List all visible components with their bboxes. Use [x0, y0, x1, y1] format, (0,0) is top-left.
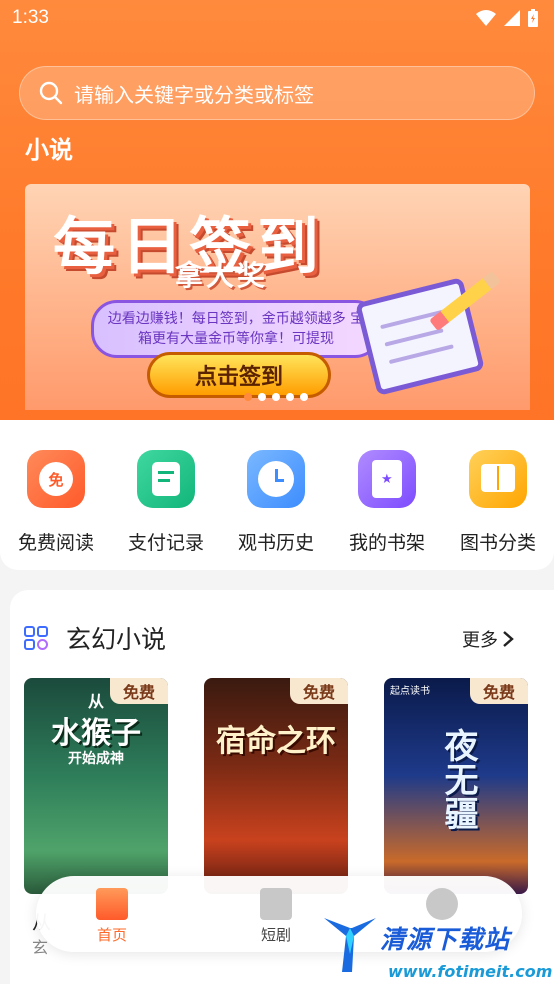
watermark-name: 清源下载站: [380, 925, 511, 954]
watermark-logo: [324, 918, 376, 972]
status-icons: [476, 9, 538, 27]
quick-entry-free-read[interactable]: 免 免费阅读: [1, 450, 111, 555]
book-cover-publisher: 起点读书: [390, 686, 430, 697]
carousel-dot[interactable]: [272, 393, 280, 401]
tab-home[interactable]: 首页: [72, 888, 152, 945]
more-link[interactable]: 更多: [462, 626, 514, 652]
section-title: 小说: [25, 136, 73, 164]
book-card[interactable]: 起点读书 夜无疆 免费: [384, 678, 528, 894]
record-icon: [137, 450, 195, 508]
book-card[interactable]: 从 水猴子 开始成神 免费: [24, 678, 168, 894]
quick-entry-bookshelf[interactable]: ★ 我的书架: [332, 450, 442, 555]
book-cover-subtitle: 开始成神: [68, 751, 124, 767]
tab-label: 首页: [96, 926, 127, 944]
quick-entry-label: 免费阅读: [17, 532, 94, 554]
quick-entry-label: 观书历史: [237, 532, 314, 554]
checkin-button[interactable]: 点击签到: [147, 352, 331, 398]
category-grid-icon: [24, 626, 48, 650]
banner-subtitle: 拿大奖: [175, 259, 269, 292]
status-time: 1:33: [12, 7, 49, 28]
category-title: 玄幻小说: [66, 625, 167, 654]
banner-carousel[interactable]: 每日签到 拿大奖 边看边赚钱！每日签到，金币越领越多 宝箱更有大量金币等你拿！可…: [25, 184, 530, 410]
quick-entry-label: 图书分类: [459, 532, 536, 554]
free-glyph: 免: [39, 462, 73, 496]
quick-entry-label: 我的书架: [348, 532, 425, 554]
carousel-dot[interactable]: [300, 393, 308, 401]
free-icon: 免: [27, 450, 85, 508]
quick-entry-label: 支付记录: [127, 532, 204, 554]
watermark-url: www.fotimeit.com: [388, 962, 553, 981]
film-icon: [260, 888, 292, 920]
tab-short-drama[interactable]: 短剧: [236, 888, 316, 945]
battery-icon: [528, 9, 538, 27]
book-card[interactable]: 宿命之环 免费: [204, 678, 348, 894]
free-badge: 免费: [110, 678, 168, 704]
book-cover-title: 夜无疆: [438, 728, 478, 830]
search-icon: [39, 81, 63, 105]
book-category-icon: [469, 450, 527, 508]
chevron-right-icon: [503, 631, 514, 647]
book-cover-title: 宿命之环: [216, 724, 336, 759]
status-bar: 1:33: [0, 0, 554, 40]
signal-icon: [504, 10, 520, 26]
carousel-dot[interactable]: [258, 393, 266, 401]
free-badge: 免费: [470, 678, 528, 704]
wifi-icon: [476, 10, 496, 26]
search-input[interactable]: 请输入关键字或分类或标签: [19, 66, 535, 120]
search-placeholder: 请输入关键字或分类或标签: [74, 82, 314, 107]
tab-label: 短剧: [260, 926, 291, 944]
quick-entry-history[interactable]: 观书历史: [221, 450, 331, 555]
bookshelf-icon: ★: [358, 450, 416, 508]
site-watermark: 清源下载站 www.fotimeit.com: [318, 910, 554, 984]
quick-entry-payment-record[interactable]: 支付记录: [111, 450, 221, 555]
more-label: 更多: [462, 630, 498, 651]
book-cover-title: 水猴子: [51, 716, 141, 751]
carousel-dot[interactable]: [244, 393, 252, 401]
carousel-dot[interactable]: [286, 393, 294, 401]
clock-icon: [247, 450, 305, 508]
banner-description: 边看边赚钱！每日签到，金币越领越多 宝箱更有大量金币等你拿！可提现: [91, 300, 381, 358]
quick-entry-category[interactable]: 图书分类: [443, 450, 553, 555]
home-book-icon: [96, 888, 128, 920]
carousel-dots: [244, 393, 308, 401]
quick-entry-panel: 免 免费阅读 支付记录 观书历史 ★ 我的书架 图书分类: [0, 420, 554, 570]
free-badge: 免费: [290, 678, 348, 704]
